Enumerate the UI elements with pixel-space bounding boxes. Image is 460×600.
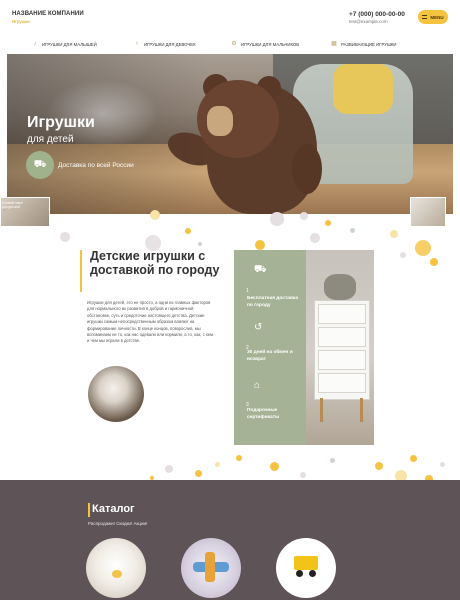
nav-item-label: Игрушки для мальчиков — [241, 41, 300, 47]
toy-basket-image — [88, 366, 144, 422]
hero-subtitle: для детей — [27, 134, 74, 145]
title-accent-bar — [88, 503, 90, 517]
catalog-item-babies[interactable] — [86, 538, 146, 598]
email-link[interactable]: test@example.com — [349, 19, 388, 24]
menu-button[interactable]: MENU — [418, 10, 448, 24]
catalog-title: Каталог — [92, 503, 135, 515]
dresser-image — [306, 250, 374, 445]
nav-item-boys[interactable]: ⚙ Игрушки для мальчиков — [231, 40, 299, 48]
catalog-item-boys[interactable] — [276, 538, 336, 598]
slider-thumb-caption: Готовый пакет для детской — [2, 201, 24, 209]
nav-item-label: Игрушки для малышей — [42, 41, 97, 47]
feature-gift-cards: Подарочные сертификаты — [247, 408, 280, 420]
delivery-badge: ⛟ — [26, 151, 54, 179]
truck-icon: ⛟ — [254, 264, 267, 275]
feature-return: 30 дней на обмен и возврат — [247, 350, 293, 362]
nav-item-girls[interactable]: ♀ Игрушки для девочек — [134, 40, 196, 48]
blocks-icon: ▦ — [331, 41, 337, 47]
truck-icon: ⛟ — [33, 158, 47, 170]
rattle-icon: ♪ — [33, 41, 37, 47]
catalog-subtitle: Распродажи! Скидки! Акции! — [88, 521, 148, 526]
nav-item-label: Развивающие игрушки — [341, 41, 397, 47]
feature-number: 1 — [246, 288, 249, 294]
phone-number[interactable]: +7 (000) 000-00-00 — [349, 11, 405, 18]
gift-icon: ⌂ — [254, 380, 261, 391]
chevron-left-icon[interactable]: ‹ — [3, 208, 5, 214]
catalog-item-girls[interactable] — [181, 538, 241, 598]
nav-item-educational[interactable]: ▦ Развивающие игрушки — [331, 40, 397, 48]
return-icon: ↺ — [254, 322, 263, 333]
menu-button-label: MENU — [430, 14, 444, 20]
feature-free-delivery: Бесплатная доставка по городу — [247, 296, 298, 308]
features-panel: ⛟ 1 Бесплатная доставка по городу ↺ 2 30… — [234, 250, 306, 445]
site-header: НАЗВАНИЕ КОМПАНИИ Игрушки +7 (000) 000-0… — [0, 0, 460, 34]
intro-text: Игрушки для детей, это не просто, а одни… — [87, 300, 213, 344]
nav-item-label: Игрушки для девочек — [144, 41, 196, 47]
category-nav: ♪ Игрушки для малышей ♀ Игрушки для дево… — [0, 36, 460, 52]
company-name[interactable]: НАЗВАНИЕ КОМПАНИИ — [12, 11, 84, 17]
title-accent-bar — [80, 250, 82, 292]
intro-title: Детские игрушки с доставкой по городу — [90, 249, 220, 277]
hero-delivery-text: Доставка по всей России — [58, 162, 134, 169]
nav-item-babies[interactable]: ♪ Игрушки для малышей — [32, 40, 97, 48]
chevron-right-icon[interactable]: › — [449, 208, 451, 214]
hero-title: Игрушки — [27, 114, 95, 131]
company-tagline: Игрушки — [12, 19, 30, 24]
car-icon: ⚙ — [231, 41, 237, 47]
hero-banner: Игрушки для детей ⛟ Доставка по всей Рос… — [7, 54, 453, 214]
hamburger-icon — [422, 15, 428, 19]
slider-thumb-next[interactable] — [410, 197, 446, 227]
doll-icon: ♀ — [134, 41, 140, 47]
